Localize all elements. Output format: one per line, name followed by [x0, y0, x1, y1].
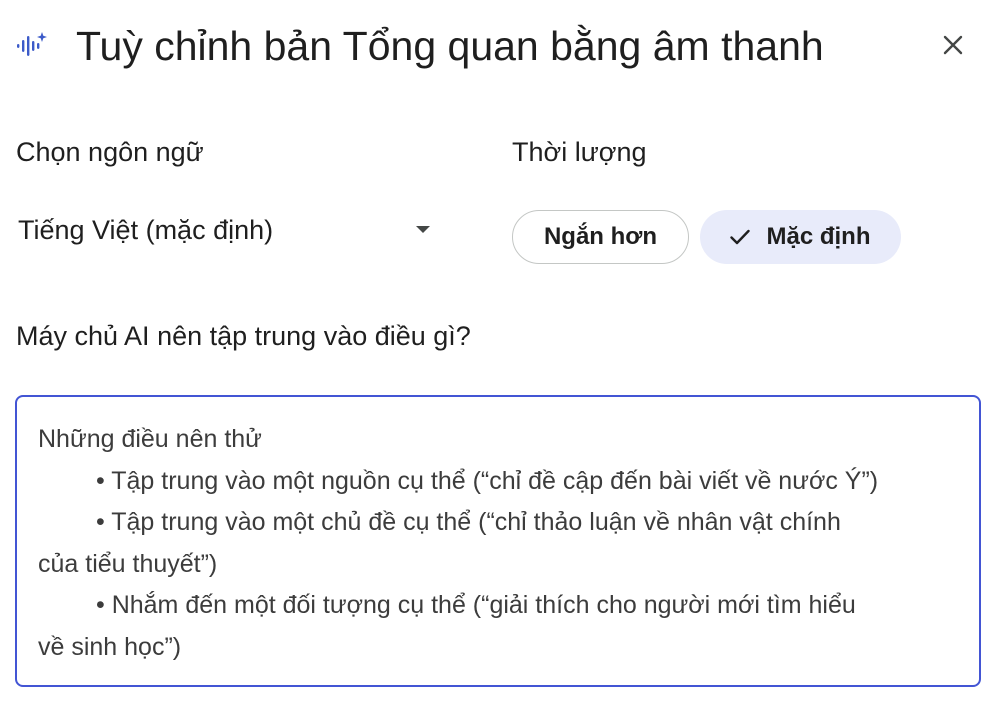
duration-label: Thời lượng	[512, 137, 647, 167]
placeholder-line: • Nhắm đến một đối tượng cụ thể (“giải t…	[96, 591, 856, 619]
duration-option-label: Ngắn hơn	[543, 223, 658, 250]
duration-option-label: Mặc định	[766, 223, 871, 250]
dialog-title: Tuỳ chỉnh bản Tổng quan bằng âm thanh	[76, 23, 824, 69]
language-label: Chọn ngôn ngữ	[16, 137, 204, 167]
placeholder-line: về sinh học”)	[38, 632, 182, 661]
customize-audio-overview-dialog: Tuỳ chỉnh bản Tổng quan bằng âm thanh Ch…	[0, 0, 1000, 703]
dropdown-arrow-icon	[416, 226, 430, 233]
focus-textarea[interactable]: Những điều nên thử • Tập trung vào một n…	[15, 395, 981, 687]
placeholder-line: • Tập trung vào một nguồn cụ thể (“chỉ đ…	[96, 466, 879, 495]
close-button[interactable]	[932, 26, 974, 68]
close-icon	[943, 35, 963, 60]
placeholder-line: của tiểu thuyết”)	[38, 549, 218, 578]
check-icon	[730, 229, 751, 245]
placeholder-line: Những điều nên thử	[38, 425, 262, 453]
placeholder-line: • Tập trung vào một chủ đề cụ thể (“chỉ …	[96, 508, 841, 536]
language-selected-value: Tiếng Việt (mặc định)	[18, 215, 274, 245]
textarea-placeholder: Những điều nên thử • Tập trung vào một n…	[38, 419, 958, 668]
duration-option-shorter[interactable]: Ngắn hơn	[512, 210, 689, 264]
focus-label: Máy chủ AI nên tập trung vào điều gì?	[16, 321, 471, 351]
language-select[interactable]: Tiếng Việt (mặc định)	[16, 208, 442, 254]
audio-sparkle-icon	[16, 32, 48, 60]
duration-option-default[interactable]: Mặc định	[700, 210, 901, 264]
